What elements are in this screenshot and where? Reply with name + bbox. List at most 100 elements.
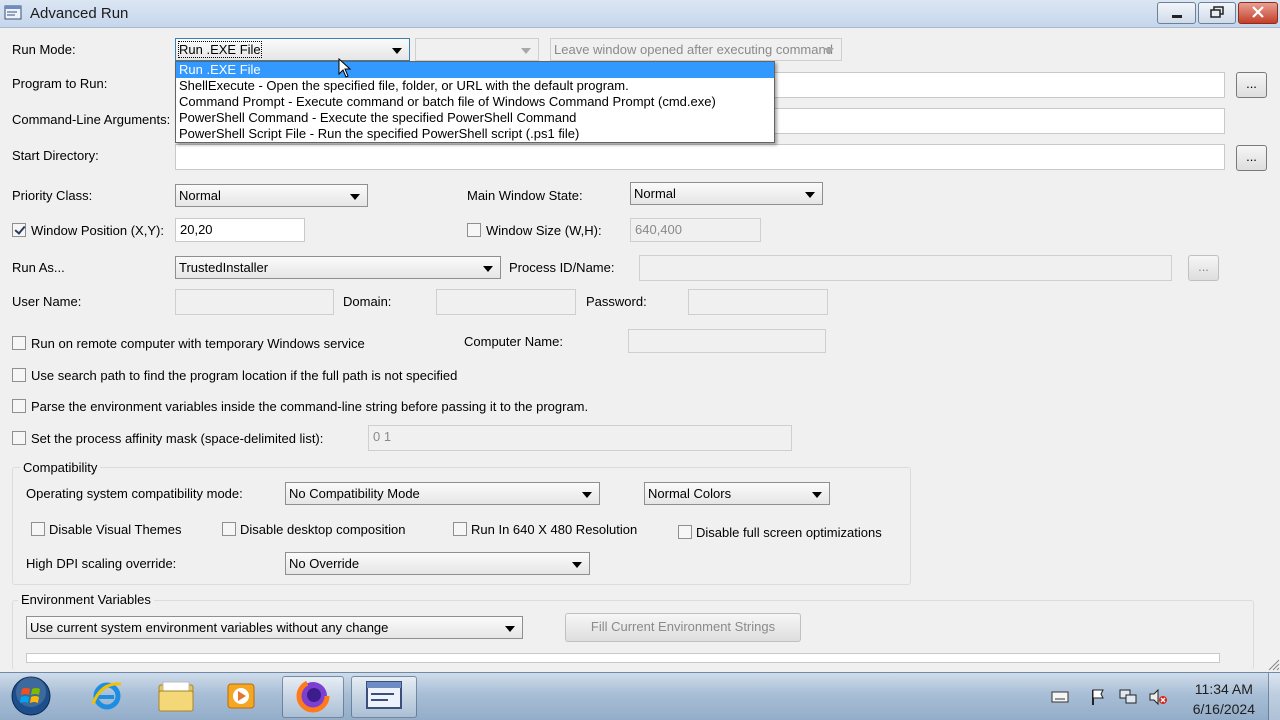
dpi-label: High DPI scaling override: [26, 556, 177, 571]
taskbar-clock[interactable]: 11:34 AM 6/16/2024 [1193, 679, 1255, 719]
run-mode-option[interactable]: Command Prompt - Execute command or batc… [176, 94, 774, 110]
start-dir-browse-button[interactable]: ... [1236, 145, 1267, 171]
taskbar-advanced-run[interactable] [351, 676, 417, 718]
environment-list[interactable] [26, 653, 1220, 663]
run-mode-label: Run Mode: [12, 42, 76, 57]
disable-desktop-composition-checkbox[interactable] [222, 522, 236, 536]
affinity-checkbox[interactable] [12, 431, 26, 445]
title-bar: Advanced Run [0, 0, 1280, 28]
run-as-select[interactable]: TrustedInstaller [175, 256, 501, 279]
maximize-button[interactable] [1198, 2, 1236, 24]
start-dir-label: Start Directory: [12, 148, 99, 163]
leave-window-value: Leave window opened after executing comm… [554, 42, 833, 57]
user-name-input[interactable] [175, 289, 334, 315]
resize-grip-icon[interactable] [1266, 657, 1280, 671]
chevron-down-icon [392, 48, 402, 54]
fill-environment-button[interactable]: Fill Current Environment Strings [565, 613, 801, 642]
run-mode-option[interactable]: PowerShell Script File - Run the specifi… [176, 126, 774, 142]
remote-checkbox[interactable] [12, 336, 26, 350]
affinity-input[interactable]: 0 1 [368, 425, 792, 451]
run-mode-option[interactable]: ShellExecute - Open the specified file, … [176, 78, 774, 94]
volume-muted-icon[interactable] [1148, 687, 1168, 707]
program-browse-button[interactable]: ... [1236, 72, 1267, 98]
os-compat-select[interactable]: No Compatibility Mode [285, 482, 600, 505]
window-size-checkbox[interactable] [467, 223, 481, 237]
run-640-checkbox[interactable] [453, 522, 467, 536]
environment-mode-value: Use current system environment variables… [30, 620, 389, 635]
show-desktop-button[interactable] [1268, 673, 1280, 720]
os-compat-label: Operating system compatibility mode: [26, 486, 243, 501]
user-name-label: User Name: [12, 294, 82, 309]
computer-name-label: Computer Name: [464, 334, 563, 349]
taskbar-media-player[interactable] [210, 676, 272, 718]
run-mode-dropdown-list[interactable]: Run .EXE File ShellExecute - Open the sp… [175, 61, 775, 143]
action-center-flag-icon[interactable] [1088, 687, 1108, 707]
mouse-cursor-icon [338, 57, 352, 81]
close-icon [1252, 5, 1264, 21]
advanced-run-app-icon [4, 4, 22, 22]
clock-time: 11:34 AM [1194, 681, 1253, 697]
windows-start-orb-icon [10, 675, 52, 720]
parse-env-checkbox[interactable] [12, 399, 26, 413]
taskbar-internet-explorer[interactable] [76, 676, 138, 718]
process-id-browse-button[interactable]: ... [1188, 255, 1219, 281]
taskbar: 11:34 AM 6/16/2024 [0, 672, 1280, 720]
chevron-down-icon [572, 562, 582, 568]
colors-select[interactable]: Normal Colors [644, 482, 830, 505]
run-mode-option[interactable]: Run .EXE File [176, 62, 774, 78]
clock-date: 6/16/2024 [1192, 701, 1255, 717]
run-mode-select[interactable]: Run .EXE File [175, 38, 410, 61]
parse-env-label: Parse the environment variables inside t… [31, 399, 589, 414]
colors-value: Normal Colors [648, 486, 732, 501]
network-icon[interactable] [1118, 687, 1138, 707]
chevron-down-icon [505, 626, 515, 632]
environment-mode-select[interactable]: Use current system environment variables… [26, 616, 523, 639]
taskbar-file-explorer[interactable] [145, 676, 207, 718]
computer-name-input[interactable] [628, 329, 826, 353]
compatibility-group-label: Compatibility [20, 460, 101, 475]
run-640-label: Run In 640 X 480 Resolution [471, 522, 638, 537]
domain-input[interactable] [436, 289, 576, 315]
chevron-down-icon [350, 194, 360, 200]
minimize-button[interactable] [1157, 2, 1196, 24]
remote-label: Run on remote computer with temporary Wi… [31, 336, 365, 351]
leave-window-select[interactable]: Leave window opened after executing comm… [550, 38, 842, 61]
disable-visual-themes-checkbox[interactable] [31, 522, 45, 536]
os-compat-value: No Compatibility Mode [289, 486, 420, 501]
chevron-down-icon [805, 192, 815, 198]
priority-select[interactable]: Normal [175, 184, 368, 207]
dpi-select[interactable]: No Override [285, 552, 590, 575]
window-position-label: Window Position (X,Y): [31, 223, 164, 238]
start-dir-input[interactable] [175, 144, 1225, 170]
advanced-run-icon [364, 679, 404, 716]
process-id-label: Process ID/Name: [509, 260, 615, 275]
disable-fullscreen-opt-checkbox[interactable] [678, 525, 692, 539]
minimize-icon [1171, 14, 1182, 18]
chevron-down-icon [812, 492, 822, 498]
firefox-icon [296, 679, 330, 716]
chevron-down-icon [824, 48, 834, 54]
priority-label: Priority Class: [12, 188, 93, 203]
media-player-icon [224, 679, 258, 716]
search-path-checkbox[interactable] [12, 368, 26, 382]
start-button[interactable] [0, 676, 62, 718]
keyboard-icon[interactable] [1050, 687, 1070, 707]
process-id-input[interactable] [639, 255, 1172, 281]
taskbar-firefox[interactable] [282, 676, 344, 718]
password-input[interactable] [688, 289, 828, 315]
chevron-down-icon [582, 492, 592, 498]
run-mode-option[interactable]: PowerShell Command - Execute the specifi… [176, 110, 774, 126]
main-window-state-select[interactable]: Normal [630, 182, 823, 205]
priority-value: Normal [179, 188, 221, 203]
main-window-state-value: Normal [634, 186, 676, 201]
window-size-input[interactable]: 640,400 [630, 218, 761, 242]
run-mode-value: Run .EXE File [178, 41, 262, 58]
environment-group-label: Environment Variables [18, 592, 154, 607]
disable-desktop-composition-label: Disable desktop composition [240, 522, 406, 537]
run-as-label: Run As... [12, 260, 65, 275]
window-position-input[interactable]: 20,20 [175, 218, 305, 242]
args-label: Command-Line Arguments: [12, 112, 171, 127]
window-position-checkbox[interactable] [12, 223, 26, 237]
close-button[interactable] [1238, 2, 1278, 24]
secondary-mode-select[interactable] [415, 38, 539, 61]
